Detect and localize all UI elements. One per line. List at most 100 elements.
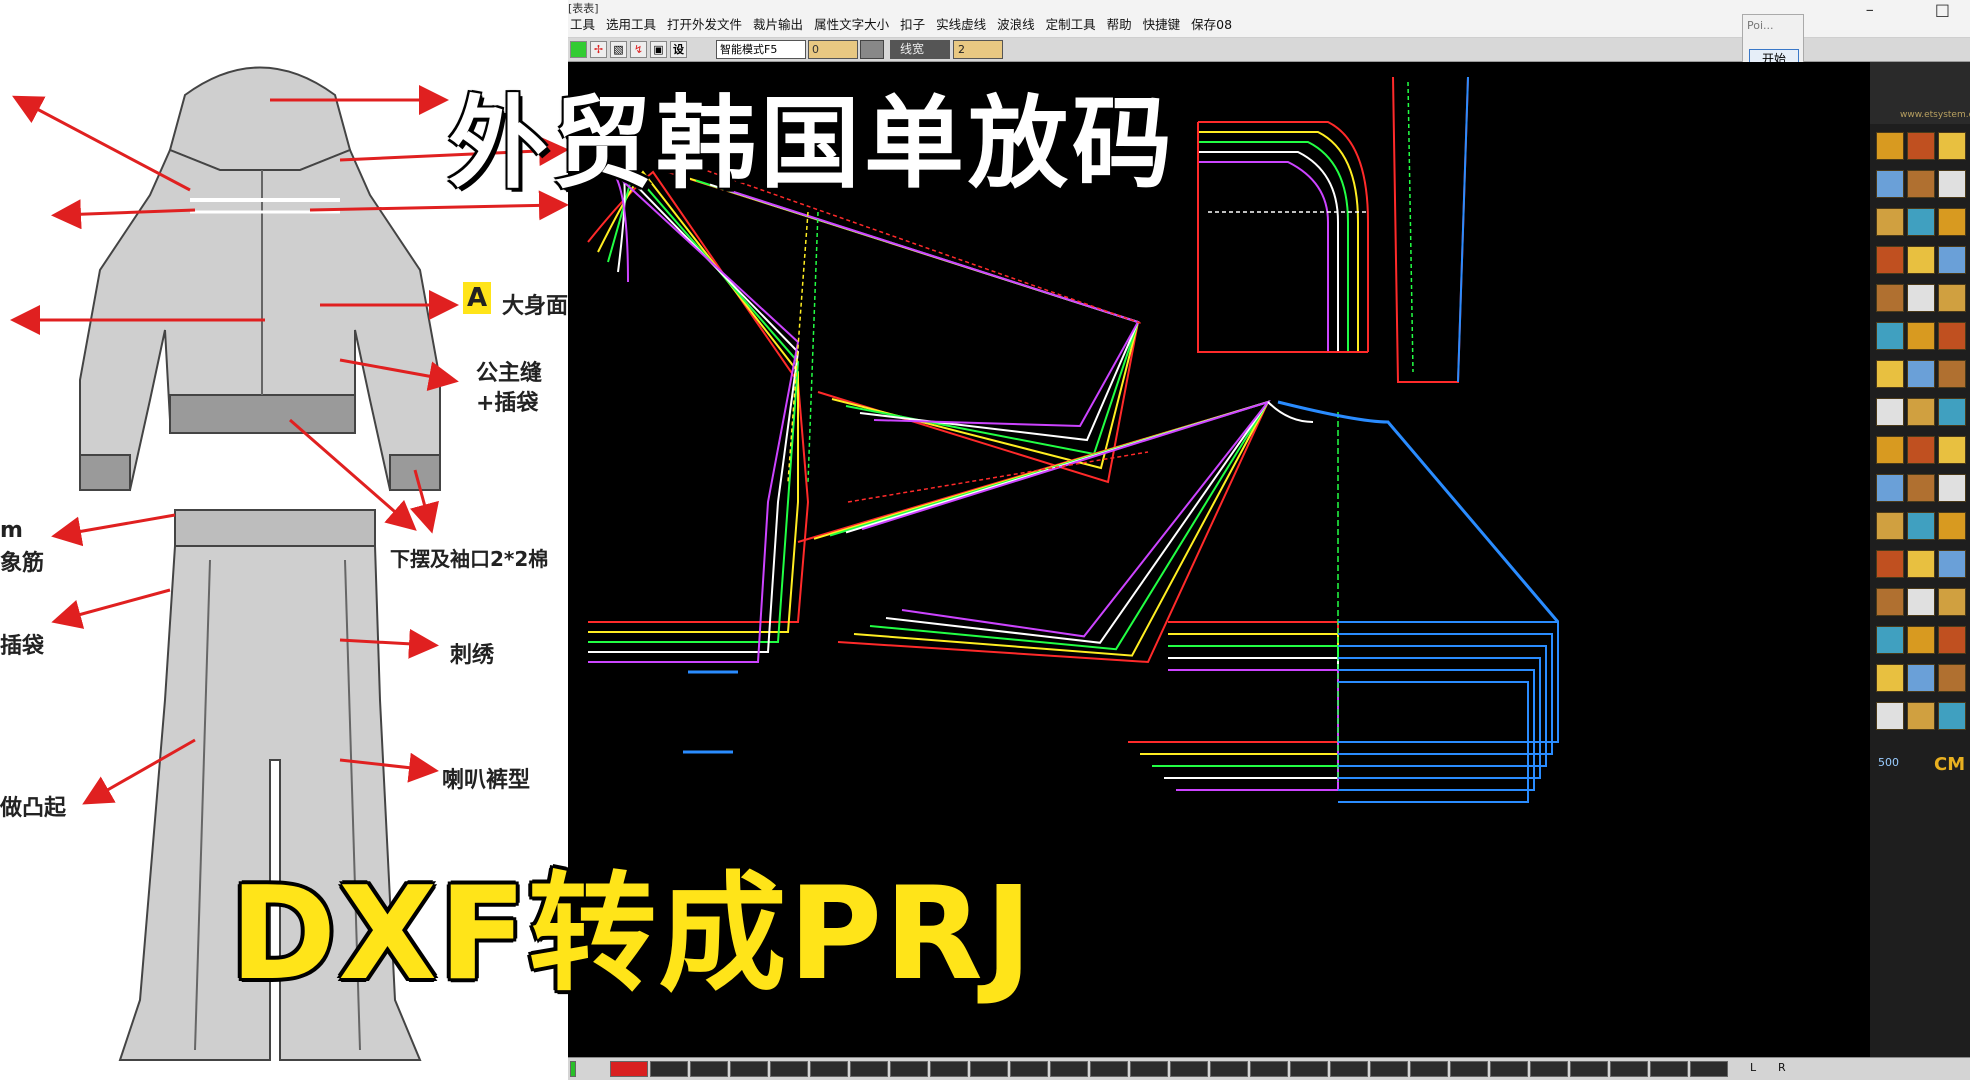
palette-tool-icon[interactable] bbox=[1938, 246, 1966, 274]
palette-tool-icon[interactable] bbox=[1876, 664, 1904, 692]
menu-item-help[interactable]: 帮助 bbox=[1105, 14, 1141, 33]
palette-tool-icon[interactable] bbox=[1938, 702, 1966, 730]
sleeve-dashed bbox=[807, 211, 819, 483]
linewidth-label: 线宽 bbox=[890, 40, 950, 59]
sleeve-grade-line bbox=[709, 183, 1140, 442]
palette-tool-icon[interactable] bbox=[1907, 550, 1935, 578]
linewidth-input[interactable]: 2 bbox=[953, 40, 1003, 59]
palette-tool-icon[interactable] bbox=[1876, 246, 1904, 274]
palette-tool-icon[interactable] bbox=[1938, 474, 1966, 502]
palette-tool-icon[interactable] bbox=[1907, 474, 1935, 502]
palette-tool-icon[interactable] bbox=[1938, 170, 1966, 198]
palette-tool-icon[interactable] bbox=[1876, 132, 1904, 160]
menu-item-tools[interactable]: 工具 bbox=[568, 14, 604, 33]
menu-item-wave-line[interactable]: 波浪线 bbox=[995, 14, 1044, 33]
menu-item-buttons[interactable]: 扣子 bbox=[898, 14, 934, 33]
palette-tool-icon[interactable] bbox=[1938, 284, 1966, 312]
menu-item-shortcuts[interactable]: 快捷键 bbox=[1141, 14, 1190, 33]
palette-tool-icon[interactable] bbox=[1876, 512, 1904, 540]
point-tool-icon[interactable]: ✢ bbox=[590, 41, 607, 58]
value-picker-button[interactable] bbox=[860, 40, 884, 59]
menu-item-piece-output[interactable]: 裁片输出 bbox=[751, 14, 812, 33]
palette-tool-icon[interactable] bbox=[1938, 398, 1966, 426]
palette-tool-icon[interactable] bbox=[1907, 398, 1935, 426]
palette-tool-icon[interactable] bbox=[1907, 322, 1935, 350]
palette-tool-icon[interactable] bbox=[1876, 322, 1904, 350]
palette-tool-icon[interactable] bbox=[1907, 436, 1935, 464]
palette-tool-icon[interactable] bbox=[1876, 474, 1904, 502]
menu-item-open-external[interactable]: 打开外发文件 bbox=[665, 14, 751, 33]
back-body-grade-line bbox=[1128, 621, 1339, 743]
palette-tool-icon[interactable] bbox=[1876, 588, 1904, 616]
palette-tool-icon[interactable] bbox=[1907, 702, 1935, 730]
palette-tool-icon[interactable] bbox=[1938, 626, 1966, 654]
back-body-grade-line bbox=[1168, 669, 1339, 791]
palette-tool-icon[interactable] bbox=[1907, 208, 1935, 236]
raglan-blue-edge bbox=[1277, 400, 1560, 623]
hood-grade-line bbox=[1198, 161, 1329, 352]
palette-tool-icon[interactable] bbox=[1938, 550, 1966, 578]
palette-tool-icon[interactable] bbox=[1938, 360, 1966, 388]
status-cell bbox=[810, 1061, 848, 1077]
palette-tool-icon[interactable] bbox=[1876, 284, 1904, 312]
sleeve-grade-line bbox=[723, 187, 1140, 428]
curve-tool-icon[interactable]: ↯ bbox=[630, 41, 647, 58]
menu-item-solid-dashed[interactable]: 实线虚线 bbox=[934, 14, 995, 33]
palette-tool-icon[interactable] bbox=[1907, 246, 1935, 274]
select-tool-icon[interactable]: ▧ bbox=[610, 41, 627, 58]
color-icon[interactable] bbox=[570, 41, 587, 58]
palette-tool-icon[interactable] bbox=[1907, 132, 1935, 160]
palette-tool-icon[interactable] bbox=[1876, 360, 1904, 388]
palette-tool-icon[interactable] bbox=[1907, 664, 1935, 692]
palette-tool-icon[interactable] bbox=[1907, 512, 1935, 540]
palette-tool-icon[interactable] bbox=[1938, 664, 1966, 692]
menu-list: 工具 选用工具 打开外发文件 裁片输出 属性文字大小 扣子 实线虚线 波浪线 定… bbox=[568, 14, 1241, 33]
status-cell bbox=[1530, 1061, 1568, 1077]
palette-tool-icon[interactable] bbox=[1907, 588, 1935, 616]
status-cell bbox=[1490, 1061, 1528, 1077]
hood-grade-line bbox=[1198, 121, 1369, 352]
menu-item-text-size[interactable]: 属性文字大小 bbox=[812, 14, 898, 33]
palette-tool-icon[interactable] bbox=[1938, 208, 1966, 236]
front-body-grade-line bbox=[588, 171, 800, 663]
headline-title: 外贸韩国单放码 bbox=[448, 85, 1176, 202]
menu-item-select-tools[interactable]: 选用工具 bbox=[604, 14, 665, 33]
palette-tool-icon[interactable] bbox=[1876, 436, 1904, 464]
settings-button[interactable]: 设 bbox=[670, 41, 687, 58]
palette-tool-icon[interactable] bbox=[1938, 322, 1966, 350]
label-insert-pocket: +插袋 bbox=[476, 391, 539, 416]
palette-tool-icon[interactable] bbox=[1907, 284, 1935, 312]
palette-tool-icon[interactable] bbox=[1876, 702, 1904, 730]
maximize-icon[interactable]: □ bbox=[1935, 0, 1950, 19]
label-hem-cuff: 下摆及袖口2*2棉 bbox=[390, 547, 549, 571]
palette-tool-icon[interactable] bbox=[1876, 170, 1904, 198]
popup-title: Poi... bbox=[1747, 19, 1774, 32]
back-body-grade-line bbox=[1164, 657, 1339, 779]
piece-tool-icon[interactable]: ▣ bbox=[650, 41, 667, 58]
label-flare-pants: 喇叭裤型 bbox=[442, 768, 531, 793]
unit-cm-label[interactable]: CM bbox=[1934, 754, 1965, 775]
palette-tool-icon[interactable] bbox=[1938, 588, 1966, 616]
a-badge: A bbox=[463, 282, 491, 314]
menu-item-save08[interactable]: 保存08 bbox=[1189, 14, 1241, 33]
palette-tool-icon[interactable] bbox=[1907, 170, 1935, 198]
palette-url: www.etsystem.c bbox=[1900, 110, 1970, 120]
palette-number: 500 bbox=[1878, 756, 1899, 769]
menu-item-custom-tools[interactable]: 定制工具 bbox=[1044, 14, 1105, 33]
mode-select[interactable]: 智能模式F5 bbox=[716, 40, 806, 59]
palette-tool-icon[interactable] bbox=[1938, 512, 1966, 540]
status-cell bbox=[770, 1061, 808, 1077]
palette-tool-icon[interactable] bbox=[1938, 436, 1966, 464]
status-cell bbox=[1370, 1061, 1408, 1077]
minimize-icon[interactable]: – bbox=[1866, 0, 1874, 19]
back-body-blue-line bbox=[1338, 633, 1553, 755]
palette-tool-icon[interactable] bbox=[1876, 550, 1904, 578]
palette-tool-icon[interactable] bbox=[1907, 626, 1935, 654]
status-cell bbox=[1090, 1061, 1128, 1077]
palette-tool-icon[interactable] bbox=[1876, 398, 1904, 426]
palette-tool-icon[interactable] bbox=[1938, 132, 1966, 160]
palette-tool-icon[interactable] bbox=[1907, 360, 1935, 388]
palette-tool-icon[interactable] bbox=[1876, 208, 1904, 236]
palette-tool-icon[interactable] bbox=[1876, 626, 1904, 654]
value-input[interactable]: 0 bbox=[808, 40, 858, 59]
